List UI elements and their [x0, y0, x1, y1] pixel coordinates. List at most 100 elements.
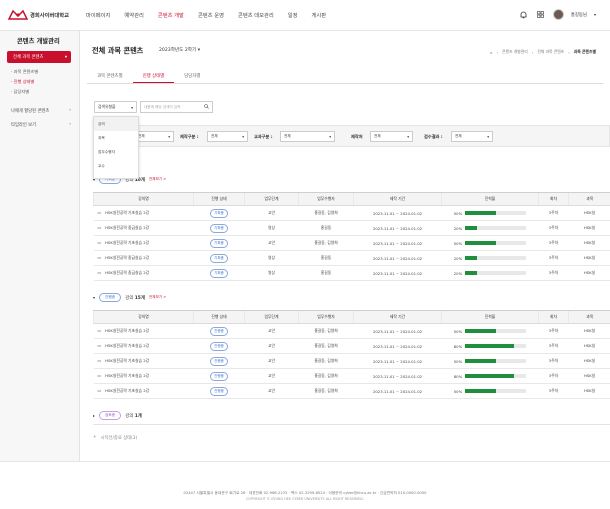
col-header: 과목: [568, 310, 610, 324]
sidebar-item-all-contents[interactable]: 전체 과목 콘텐츠 ▾: [7, 51, 71, 63]
bell-icon[interactable]: [519, 10, 529, 20]
cell-lecture-name[interactable]: ▭ HSK실전공략 기초실습 2강: [93, 368, 194, 384]
tab-by-manager[interactable]: 담당자별: [174, 70, 210, 83]
cell-lecture-name[interactable]: ▭ HSK실전공략 기초실습 2강: [93, 338, 194, 354]
cell-lecture-name[interactable]: ▭ HSK실전공략 기초실습 2강: [93, 353, 194, 369]
crumb-item[interactable]: 콘텐츠 개발관리: [502, 49, 528, 55]
user-name[interactable]: 홍길동님: [571, 12, 587, 18]
sidebar-sub-by-manager[interactable]: · 담당자별: [11, 89, 29, 95]
sidebar-sub-by-status[interactable]: · 진행 상태별: [11, 79, 34, 85]
gnb-item-reservation[interactable]: 예약관리: [124, 11, 144, 19]
gnb-item-content-ops[interactable]: 콘텐츠 운영: [198, 11, 224, 19]
tab-by-status[interactable]: 진행 상태별: [132, 70, 175, 83]
table-row[interactable]: ▭ HSK실전공략 기초실습 2강 진행중 교안 홍길동, 김영희 2023.11.01 …: [93, 338, 610, 354]
search-type-select[interactable]: 검색유형을 ▾: [94, 101, 137, 113]
grid-menu-icon[interactable]: [536, 10, 546, 20]
table-row[interactable]: ▭ HSK실전공략 중급실습 2강 기획중 영상 홍길동 2023.11.01 ~ 202…: [93, 220, 610, 236]
table-row[interactable]: ▭ HSK실전공략 기초실습 2강 진행중 교안 홍길동, 김영희 2023.11.01 …: [93, 353, 610, 369]
tab-bar: 과목 콘텐츠별 진행 상태별 담당자별: [87, 70, 603, 84]
cell-lecture-name[interactable]: ▭ HSK실전공략 기초실습 2강: [93, 205, 194, 221]
cell-lecture-name[interactable]: ▭ HSK실전공략 기초실습 2강: [93, 235, 194, 251]
col-header: 진척율: [441, 192, 539, 206]
dropdown-option[interactable]: 과목: [94, 131, 138, 145]
book-icon: ▭: [97, 343, 102, 348]
top-header: 경희사이버대학교 마이페이지 예약관리 콘텐츠 개발 콘텐츠 운영 콘텐츠 데모…: [0, 0, 610, 31]
table-row[interactable]: ▭ HSK실전공략 기초실습 2강 기획중 교안 홍길동, 김영희 2023.11.01 …: [93, 235, 610, 251]
filter-select-review[interactable]: 전체 ▾: [451, 131, 493, 142]
caret-down-icon[interactable]: ▾: [93, 295, 95, 300]
cell-progress: 20%: [441, 265, 539, 281]
chevron-down-icon[interactable]: ▾: [594, 12, 596, 17]
table-row[interactable]: ▭ HSK실전공략 기초실습 2강 기획중 교안 홍길동, 김영희 2023.11.01 …: [93, 205, 610, 221]
cell-lecture-name[interactable]: ▭ HSK실전공략 중급실습 2강: [93, 265, 194, 281]
gnb-item-schedule[interactable]: 일정: [288, 11, 298, 19]
cell-lecture-name[interactable]: ▭ HSK실전공략 기초실습 2강: [93, 383, 194, 399]
table-row[interactable]: ▭ HSK실전공략 중급실습 2강 기획중 영상 홍길동 2023.11.01 ~ 202…: [93, 250, 610, 266]
cell-lecture-name[interactable]: ▭ HSK실전공략 기초실습 2강: [93, 323, 194, 339]
avatar[interactable]: [552, 9, 564, 20]
gnb-item-mypage[interactable]: 마이페이지: [86, 11, 110, 19]
progress-fill: [465, 211, 496, 215]
chevron-down-icon: ▾: [487, 134, 489, 139]
filter-select-production[interactable]: 전체 ▾: [207, 131, 248, 142]
status-badge: 진행중: [210, 356, 228, 366]
group-header-in-progress[interactable]: ▾ 진행중 강의 15개 전체보기 >: [93, 293, 166, 302]
caret-right-icon[interactable]: ▸: [93, 413, 95, 418]
filter-select-type[interactable]: 전체 ▾: [134, 131, 174, 142]
sidebar-item-timeline[interactable]: 타임라인 보기 ›: [11, 122, 71, 128]
search-icon[interactable]: [204, 104, 209, 110]
cell-progress: 50%: [441, 323, 539, 339]
tab-by-course[interactable]: 과목 콘텐츠별: [87, 70, 133, 83]
sidebar-sub-by-course[interactable]: · 과목 콘텐츠별: [11, 69, 38, 75]
cell-progress: 20%: [441, 220, 539, 236]
gnb-item-content-dev[interactable]: 콘텐츠 개발: [158, 11, 184, 19]
chevron-down-icon: ▾: [131, 104, 133, 110]
lecture-name: HSK실전공략 기초실습 2강: [105, 388, 150, 393]
book-icon: ▭: [97, 358, 102, 363]
filter-value: 전체: [455, 134, 462, 138]
cell-lecture-name[interactable]: ▭ HSK실전공략 중급실습 2강: [93, 220, 194, 236]
cell-person: 홍길동, 김영희: [298, 323, 354, 339]
status-badge: 기획중: [210, 253, 228, 263]
cell-person: 홍길동: [298, 220, 354, 236]
sidebar-item-assigned[interactable]: 나에게 할당된 콘텐츠 ›: [11, 108, 71, 114]
cell-status: 기획중: [193, 265, 245, 281]
cell-status: 기획중: [193, 205, 245, 221]
filter-select-producer[interactable]: 전체 ▾: [370, 131, 413, 142]
crumb-item[interactable]: 전체 과목 콘텐츠: [537, 49, 564, 55]
view-all-link[interactable]: 전체보기 >: [149, 295, 166, 300]
cell-lecture-name[interactable]: ▭ HSK실전공략 중급실습 2강: [93, 250, 194, 266]
search-type-dropdown: 강의 과목 업무수행자 교수: [93, 116, 139, 179]
filter-select-curriculum[interactable]: 전체 ▾: [280, 131, 335, 142]
search-input[interactable]: 내용에 해당 검색어 입력: [140, 101, 213, 113]
progress-fill: [465, 344, 515, 348]
semester-select[interactable]: 2023학년도 2학기 ▾: [159, 47, 200, 53]
search-placeholder: 내용에 해당 검색어 입력: [144, 104, 181, 109]
col-header: 업무단계: [244, 310, 299, 324]
view-all-link[interactable]: 전체보기 >: [149, 177, 166, 182]
chevron-right-icon: ›: [69, 108, 71, 113]
cell-step: 영상: [244, 250, 299, 266]
group-header-review[interactable]: ▸ 검토중 강의 1개: [93, 411, 142, 420]
cell-round: 3주차: [538, 383, 569, 399]
dropdown-option[interactable]: 강의: [94, 117, 138, 131]
col-header: 업무단계: [244, 192, 299, 206]
gnb-item-content-demo[interactable]: 콘텐츠 데모관리: [238, 11, 274, 19]
status-badge: 진행중: [99, 293, 122, 302]
table-row[interactable]: ▭ HSK실전공략 기초실습 2강 진행중 교안 홍길동, 김영희 2023.11.01 …: [93, 368, 610, 384]
collapsed-group[interactable]: + 시작전/종료 상태(3): [93, 435, 137, 441]
dropdown-option[interactable]: 업무수행자: [94, 145, 138, 159]
logo[interactable]: 경희사이버대학교: [8, 8, 69, 22]
dropdown-option[interactable]: 교수: [94, 159, 138, 173]
cell-period: 2023.11.01 ~ 2024.01.02: [353, 353, 442, 369]
table-row[interactable]: ▭ HSK실전공략 기초실습 2강 진행중 교안 홍길동, 김영희 2023.11.01 …: [93, 323, 610, 339]
table-row[interactable]: ▭ HSK실전공략 기초실습 2강 진행중 교안 홍길동, 김영희 2023.11.01 …: [93, 383, 610, 399]
cell-person: 홍길동: [298, 250, 354, 266]
home-icon[interactable]: ⌂: [490, 50, 492, 55]
progress-fill: [465, 241, 496, 245]
cell-status: 기획중: [193, 220, 245, 236]
table-row[interactable]: ▭ HSK실전공략 중급실습 2강 기획중 영상 홍길동 2023.11.01 ~ 202…: [93, 265, 610, 281]
gnb-item-board[interactable]: 게시판: [312, 11, 327, 19]
cell-period: 2023.11.01 ~ 2024.01.02: [353, 250, 442, 266]
book-icon: ▭: [97, 328, 102, 333]
